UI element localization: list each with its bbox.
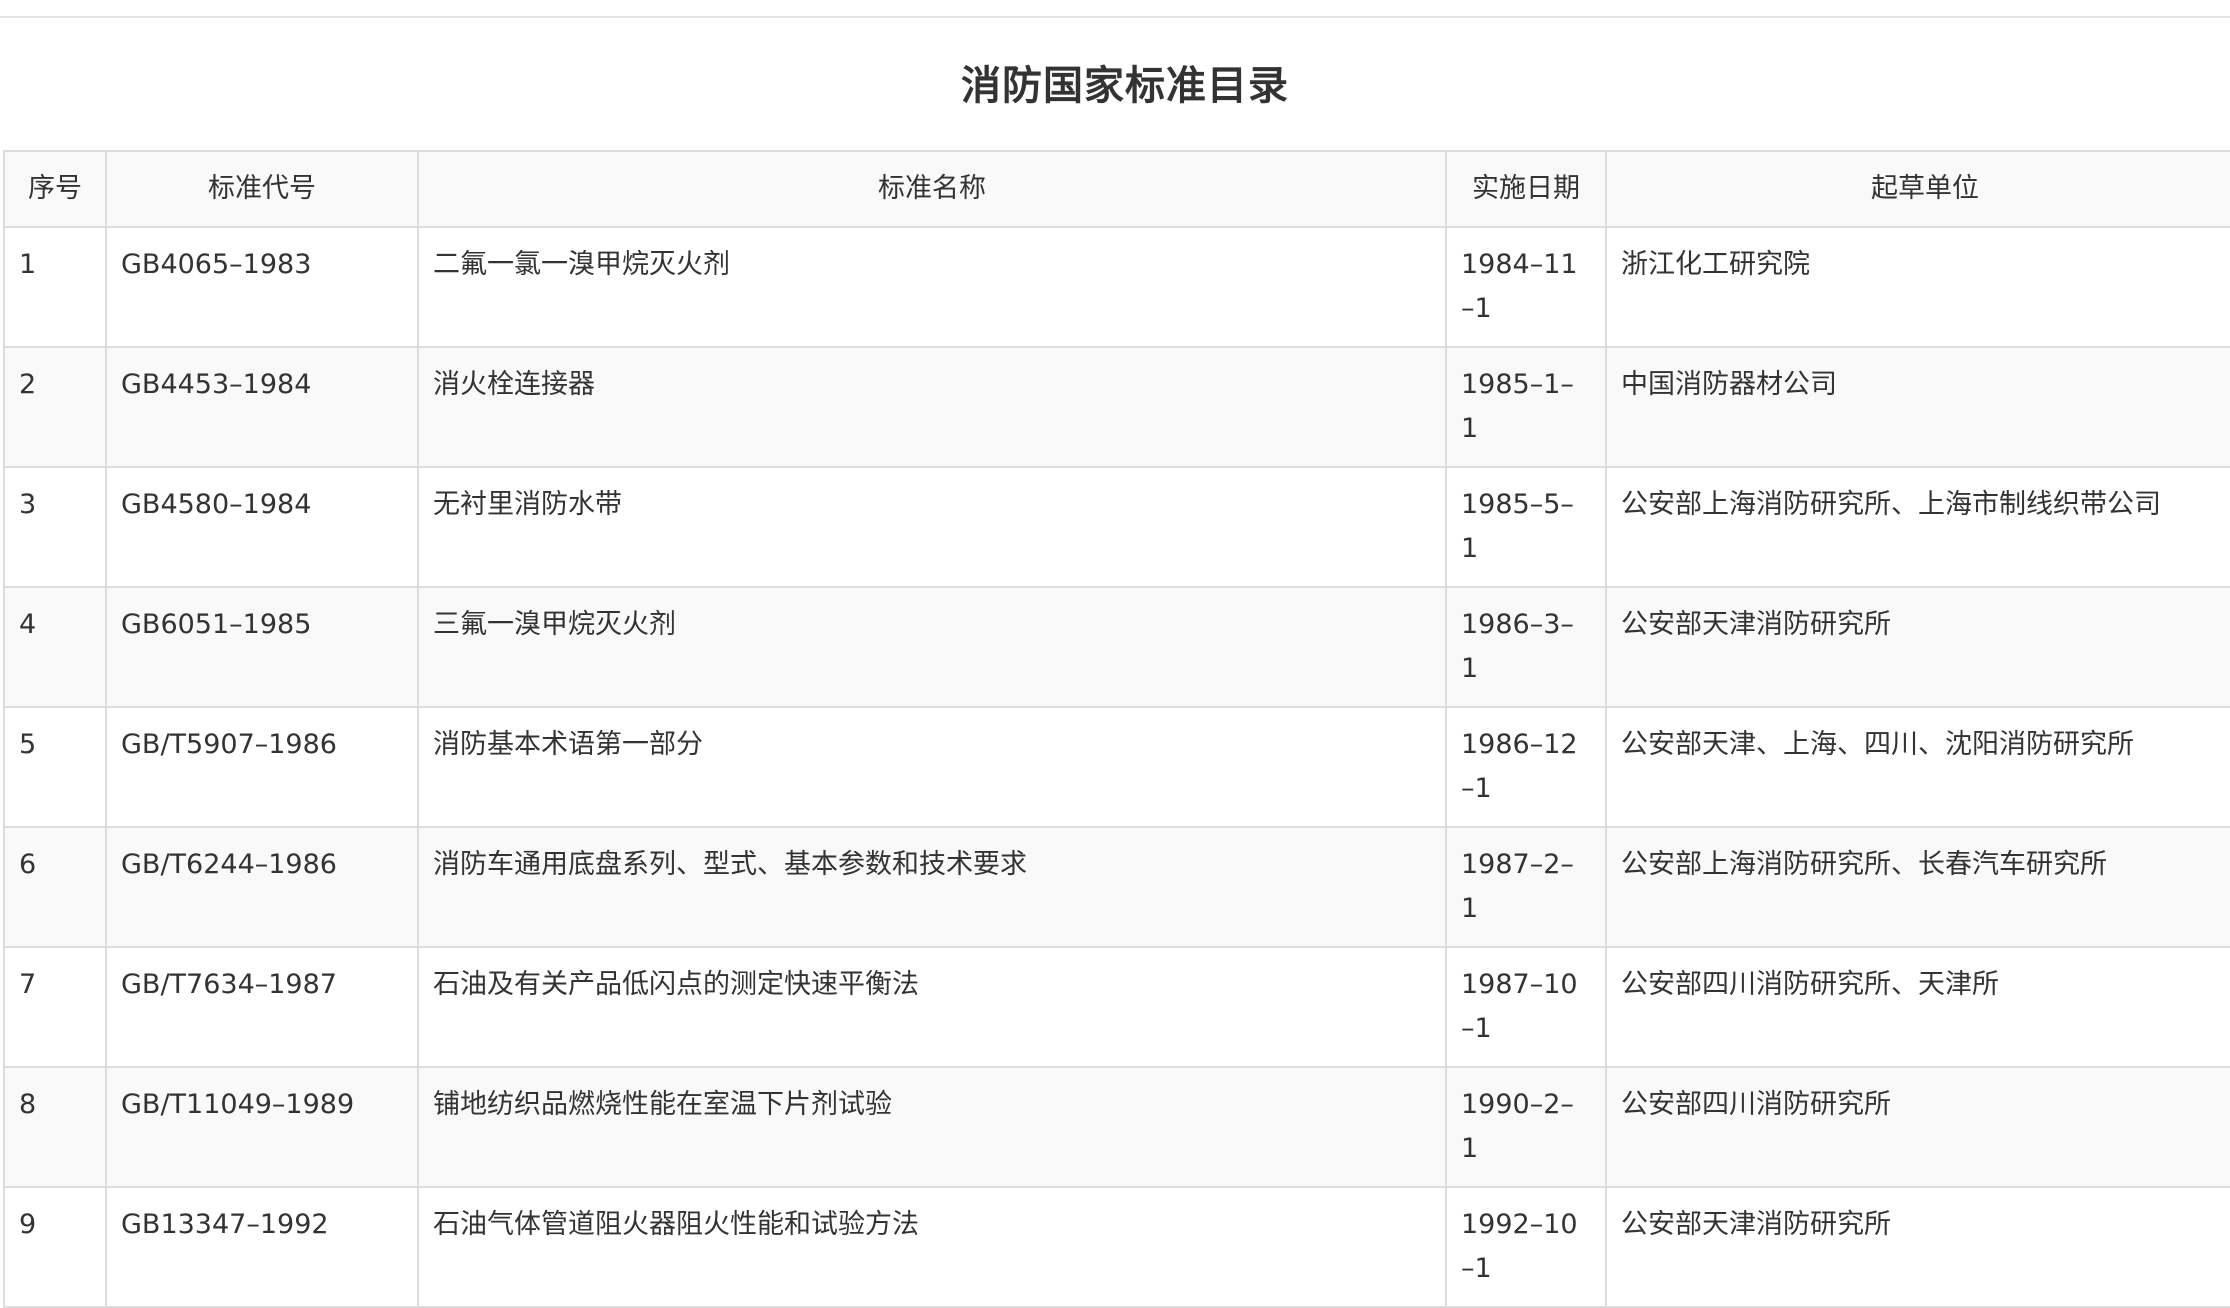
cell-seq: 1 [3, 226, 107, 348]
cell-org: 公安部天津、上海、四川、沈阳消防研究所 [1605, 706, 2230, 828]
cell-seq: 6 [3, 826, 107, 948]
cell-date: 1984–11–1 [1445, 226, 1607, 348]
cell-code: GB/T6244–1986 [105, 826, 419, 948]
cell-name: 石油及有关产品低闪点的测定快速平衡法 [417, 946, 1447, 1068]
cell-name: 铺地纺织品燃烧性能在室温下片剂试验 [417, 1066, 1447, 1188]
cell-org: 公安部四川消防研究所、天津所 [1605, 946, 2230, 1068]
cell-date: 1986–3–1 [1445, 586, 1607, 708]
page-title: 消防国家标准目录 [961, 63, 1289, 109]
cell-date: 1987–10–1 [1445, 946, 1607, 1068]
cell-name: 石油气体管道阻火器阻火性能和试验方法 [417, 1186, 1447, 1308]
cell-org: 公安部上海消防研究所、长春汽车研究所 [1605, 826, 2230, 948]
cell-date: 1986–12–1 [1445, 706, 1607, 828]
table-header-row: 序号 标准代号 标准名称 实施日期 起草单位 [3, 150, 2230, 228]
cell-date: 1992–10–1 [1445, 1186, 1607, 1308]
cell-code: GB/T11049–1989 [105, 1066, 419, 1188]
cell-name: 消防车通用底盘系列、型式、基本参数和技术要求 [417, 826, 1447, 948]
header-seq: 序号 [3, 150, 107, 228]
header-name: 标准名称 [417, 150, 1447, 228]
cell-code: GB4453–1984 [105, 346, 419, 468]
cell-date: 1987–2–1 [1445, 826, 1607, 948]
cell-org: 浙江化工研究院 [1605, 226, 2230, 348]
cell-code: GB/T5907–1986 [105, 706, 419, 828]
header-org: 起草单位 [1605, 150, 2230, 228]
cell-name: 三氟一溴甲烷灭火剂 [417, 586, 1447, 708]
cell-name: 二氟一氯一溴甲烷灭火剂 [417, 226, 1447, 348]
table-row: 2 GB4453–1984 消火栓连接器 1985–1–1 中国消防器材公司 [3, 346, 2230, 468]
cell-date: 1990–2–1 [1445, 1066, 1607, 1188]
table-row: 5 GB/T5907–1986 消防基本术语第一部分 1986–12–1 公安部… [3, 706, 2230, 828]
cell-name: 消火栓连接器 [417, 346, 1447, 468]
cell-org: 公安部四川消防研究所 [1605, 1066, 2230, 1188]
cell-seq: 7 [3, 946, 107, 1068]
cell-seq: 2 [3, 346, 107, 468]
standards-table: 序号 标准代号 标准名称 实施日期 起草单位 1 GB4065–1983 二氟一… [3, 150, 2230, 1308]
cell-seq: 8 [3, 1066, 107, 1188]
cell-date: 1985–5–1 [1445, 466, 1607, 588]
table-row: 3 GB4580–1984 无衬里消防水带 1985–5–1 公安部上海消防研究… [3, 466, 2230, 588]
cell-org: 公安部天津消防研究所 [1605, 586, 2230, 708]
cell-code: GB4065–1983 [105, 226, 419, 348]
table-row: 1 GB4065–1983 二氟一氯一溴甲烷灭火剂 1984–11–1 浙江化工… [3, 226, 2230, 348]
cell-seq: 5 [3, 706, 107, 828]
cell-code: GB/T7634–1987 [105, 946, 419, 1068]
cell-seq: 3 [3, 466, 107, 588]
cell-org: 公安部上海消防研究所、上海市制线织带公司 [1605, 466, 2230, 588]
table-row: 9 GB13347–1992 石油气体管道阻火器阻火性能和试验方法 1992–1… [3, 1186, 2230, 1308]
table-row: 6 GB/T6244–1986 消防车通用底盘系列、型式、基本参数和技术要求 1… [3, 826, 2230, 948]
cell-org: 中国消防器材公司 [1605, 346, 2230, 468]
cell-name: 消防基本术语第一部分 [417, 706, 1447, 828]
header-code: 标准代号 [105, 150, 419, 228]
cell-code: GB6051–1985 [105, 586, 419, 708]
cell-code: GB13347–1992 [105, 1186, 419, 1308]
table-row: 4 GB6051–1985 三氟一溴甲烷灭火剂 1986–3–1 公安部天津消防… [3, 586, 2230, 708]
cell-seq: 9 [3, 1186, 107, 1308]
cell-code: GB4580–1984 [105, 466, 419, 588]
cell-org: 公安部天津消防研究所 [1605, 1186, 2230, 1308]
top-divider [0, 16, 2230, 18]
table-row: 7 GB/T7634–1987 石油及有关产品低闪点的测定快速平衡法 1987–… [3, 946, 2230, 1068]
cell-seq: 4 [3, 586, 107, 708]
header-date: 实施日期 [1445, 150, 1607, 228]
cell-name: 无衬里消防水带 [417, 466, 1447, 588]
cell-date: 1985–1–1 [1445, 346, 1607, 468]
table-row: 8 GB/T11049–1989 铺地纺织品燃烧性能在室温下片剂试验 1990–… [3, 1066, 2230, 1188]
